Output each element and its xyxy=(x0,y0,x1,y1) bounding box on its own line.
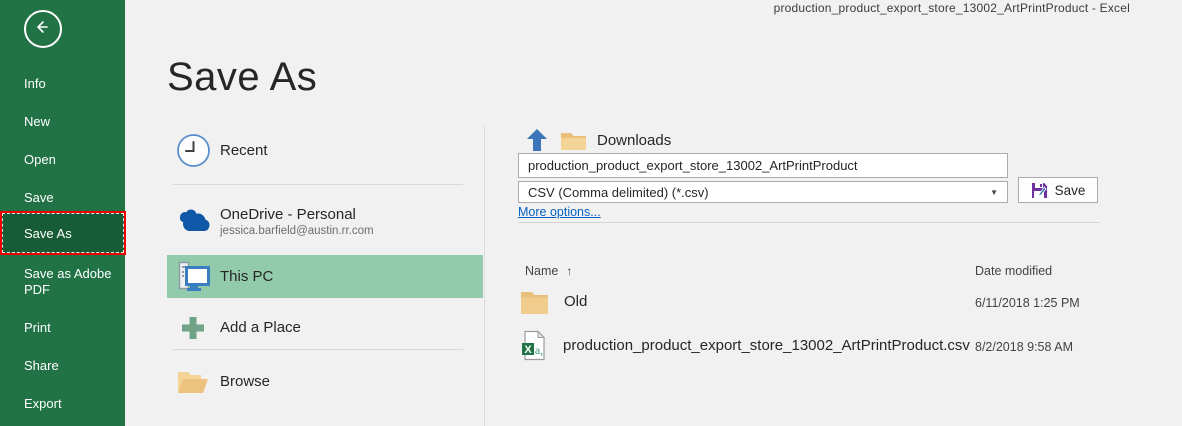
svg-text:a,: a, xyxy=(535,343,543,357)
location-folder-name[interactable]: Downloads xyxy=(597,132,671,149)
clock-icon xyxy=(175,133,211,168)
back-arrow-icon xyxy=(31,15,55,44)
sidebar-item-new[interactable]: New xyxy=(0,114,125,130)
place-recent[interactable]: Recent xyxy=(167,122,483,178)
svg-text:X: X xyxy=(524,344,532,356)
sidebar-item-label: Print xyxy=(24,320,51,335)
sidebar-item-save-as-adobe-pdf[interactable]: Save as Adobe PDF xyxy=(0,266,118,298)
column-header-name[interactable]: Name ↑ xyxy=(525,264,572,278)
file-name: Old xyxy=(564,293,588,310)
sidebar-item-label: Export xyxy=(24,396,62,411)
this-pc-icon xyxy=(175,260,211,294)
open-folder-icon xyxy=(175,368,211,395)
sidebar-item-save[interactable]: Save xyxy=(0,190,125,206)
place-browse[interactable]: Browse xyxy=(167,358,483,404)
sidebar-item-open[interactable]: Open xyxy=(0,152,125,168)
plus-icon xyxy=(175,316,211,340)
sidebar-item-share[interactable]: Share xyxy=(0,358,125,374)
folder-icon xyxy=(560,130,587,151)
divider xyxy=(173,349,463,350)
sidebar-item-label: Save xyxy=(24,190,54,205)
column-header-label: Name xyxy=(525,264,559,278)
folder-icon xyxy=(520,289,549,315)
sidebar-item-label: Save as Adobe PDF xyxy=(24,266,112,297)
sidebar-item-label: New xyxy=(24,114,51,129)
save-as-annotation-box: Save As xyxy=(0,211,126,255)
column-header-label: Date modified xyxy=(975,264,1053,278)
panel-divider xyxy=(484,125,485,426)
file-date-modified: 6/11/2018 1:25 PM xyxy=(975,296,1080,310)
onedrive-cloud-icon xyxy=(175,208,211,234)
column-header-date-modified[interactable]: Date modified xyxy=(975,264,1052,278)
sort-ascending-icon: ↑ xyxy=(566,264,573,278)
page-title: Save As xyxy=(167,55,318,99)
sidebar-item-label: Share xyxy=(24,358,59,373)
file-row[interactable]: Old xyxy=(520,288,587,315)
sidebar-item-label: Save As xyxy=(24,225,72,241)
up-arrow-icon[interactable] xyxy=(526,128,548,152)
filename-input[interactable] xyxy=(518,153,1008,178)
file-row[interactable]: X a, production_product_export_store_130… xyxy=(521,330,970,361)
backstage-sidebar: Info New Open Save Save As Save as Adobe… xyxy=(0,0,126,426)
more-options-link[interactable]: More options... xyxy=(518,205,601,219)
sidebar-item-print[interactable]: Print xyxy=(0,320,125,336)
place-account-email: jessica.barfield@austin.rr.com xyxy=(220,224,374,237)
place-label: This PC xyxy=(220,268,274,285)
place-onedrive[interactable]: OneDrive - Personal jessica.barfield@aus… xyxy=(167,194,483,248)
csv-file-icon: X a, xyxy=(521,330,547,361)
place-label: Recent xyxy=(220,141,268,159)
place-add-a-place[interactable]: Add a Place xyxy=(167,306,483,349)
sidebar-item-label: Open xyxy=(24,152,56,167)
place-label: Add a Place xyxy=(220,319,301,336)
file-name: production_product_export_store_13002_Ar… xyxy=(563,337,970,354)
file-type-dropdown[interactable]: CSV (Comma delimited) (*.csv) ▼ xyxy=(518,181,1008,203)
divider xyxy=(518,222,1100,223)
location-breadcrumb: Downloads xyxy=(518,128,1018,152)
sidebar-item-info[interactable]: Info xyxy=(0,76,125,92)
chevron-down-icon: ▼ xyxy=(990,187,998,197)
sidebar-item-label: Info xyxy=(24,76,46,91)
place-label: Browse xyxy=(220,372,271,390)
divider xyxy=(173,184,463,185)
sidebar-item-export[interactable]: Export xyxy=(0,396,125,412)
place-this-pc[interactable]: This PC xyxy=(167,255,483,298)
save-button[interactable]: Save xyxy=(1018,177,1098,203)
save-button-label: Save xyxy=(1054,182,1086,198)
window-title: production_product_export_store_13002_Ar… xyxy=(773,1,1130,15)
sidebar-item-save-as[interactable]: Save As xyxy=(2,213,124,253)
place-label: OneDrive - Personal xyxy=(220,205,356,223)
save-floppy-icon xyxy=(1031,182,1048,199)
file-type-value: CSV (Comma delimited) (*.csv) xyxy=(528,184,709,200)
back-button[interactable] xyxy=(24,10,62,48)
file-date-modified: 8/2/2018 9:58 AM xyxy=(975,340,1073,354)
